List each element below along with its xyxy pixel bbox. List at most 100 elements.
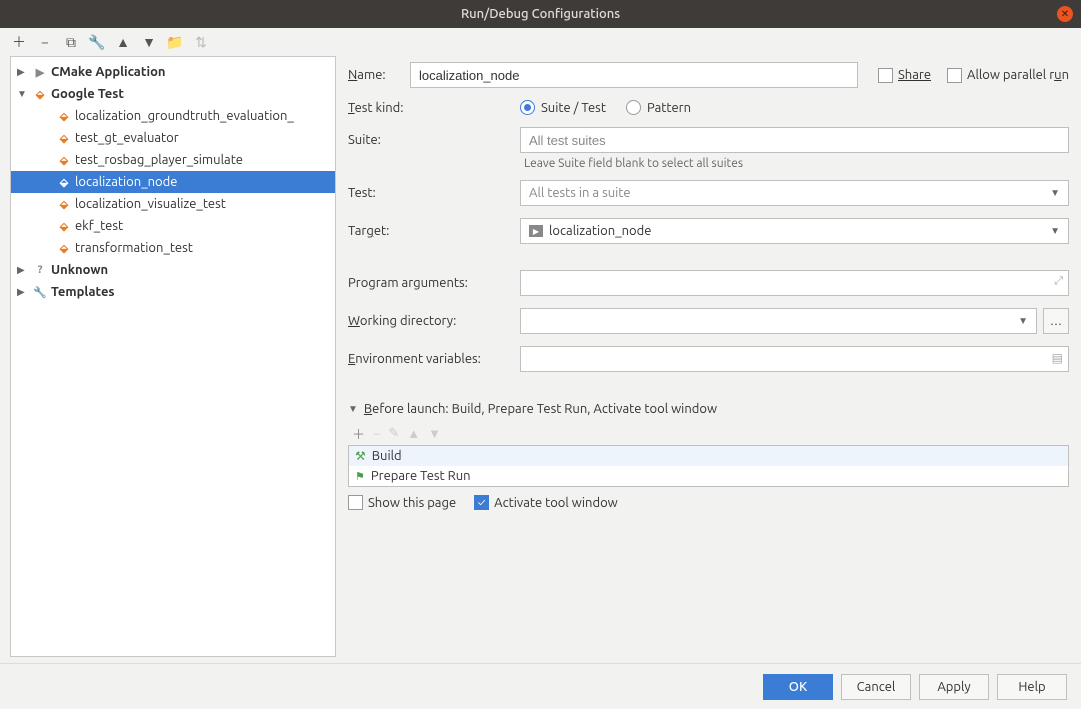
gtest-icon: ⬙	[55, 132, 73, 145]
footer: OK Cancel Apply Help	[0, 663, 1081, 709]
window-title: Run/Debug Configurations	[461, 7, 620, 21]
activate-tool-checkbox[interactable]: ✓ Activate tool window	[474, 495, 618, 510]
suite-input[interactable]	[520, 127, 1069, 153]
tree-group-unknown[interactable]: ▶ ? Unknown	[11, 259, 335, 281]
tree-item-label: test_rosbag_player_simulate	[73, 153, 243, 167]
config-tree: ▶ ▶ CMake Application ▼ ⬙ Google Test ⬙ …	[10, 56, 336, 657]
up-icon[interactable]: ▲	[114, 33, 132, 51]
chevron-down-icon: ▼	[348, 403, 358, 415]
tree-item[interactable]: ⬙ test_gt_evaluator	[11, 127, 335, 149]
gtest-icon: ⬙	[55, 154, 73, 167]
launch-list: ⚒ Build ⚑ Prepare Test Run	[348, 445, 1069, 487]
radio-pattern[interactable]: Pattern	[626, 100, 691, 115]
parallel-label: Allow parallel run	[967, 68, 1069, 82]
test-label: Test:	[348, 186, 520, 200]
ok-button[interactable]: OK	[763, 674, 833, 700]
cancel-button[interactable]: Cancel	[841, 674, 911, 700]
workdir-label: Working directory:	[348, 314, 520, 328]
share-checkbox[interactable]: Share	[878, 68, 931, 83]
add-icon[interactable]: ＋	[10, 33, 28, 51]
list-icon[interactable]: ▤	[1052, 351, 1063, 365]
tree-group-label: Google Test	[49, 87, 124, 101]
wrench-icon: 🔧	[31, 286, 49, 299]
apply-button[interactable]: Apply	[919, 674, 989, 700]
target-combo-text: localization_node	[549, 224, 651, 238]
envvars-input[interactable]	[520, 346, 1069, 372]
activate-tool-label: Activate tool window	[494, 496, 618, 510]
gtest-icon: ⬙	[55, 198, 73, 211]
name-input[interactable]	[410, 62, 858, 88]
test-combo-text: All tests in a suite	[529, 186, 631, 200]
chevron-right-icon: ▶	[17, 66, 31, 78]
testkind-label: Test kind:	[348, 101, 520, 115]
question-icon: ?	[31, 264, 49, 276]
edit-icon[interactable]: ✎	[388, 426, 399, 441]
tree-item[interactable]: ⬙ ekf_test	[11, 215, 335, 237]
parallel-checkbox[interactable]: Allow parallel run	[947, 68, 1069, 83]
launch-item[interactable]: ⚒ Build	[349, 446, 1068, 466]
workdir-combo[interactable]: ▼	[520, 308, 1037, 334]
tree-item-label: test_gt_evaluator	[73, 131, 179, 145]
tree-item-label: localization_node	[73, 175, 177, 189]
play-icon: ▶	[31, 66, 49, 79]
copy-icon[interactable]: ⧉	[62, 33, 80, 51]
before-launch-label: Before launch: Build, Prepare Test Run, …	[364, 402, 717, 416]
before-launch-header[interactable]: ▼ Before launch: Build, Prepare Test Run…	[348, 402, 1069, 416]
gtest-icon: ⬙	[55, 110, 73, 123]
expand-icon[interactable]: ⤢	[1054, 275, 1063, 288]
tree-item-selected[interactable]: ⬙ localization_node	[11, 171, 335, 193]
tree-item-label: localization_visualize_test	[73, 197, 226, 211]
suite-label: Suite:	[348, 133, 520, 147]
share-label: Share	[898, 68, 931, 82]
add-icon[interactable]: ＋	[352, 424, 365, 443]
sort-icon[interactable]: ⇅	[192, 33, 210, 51]
radio-suite-test[interactable]: Suite / Test	[520, 100, 606, 115]
down-icon[interactable]: ▼	[428, 426, 441, 441]
tree-group-cmake[interactable]: ▶ ▶ CMake Application	[11, 61, 335, 83]
show-page-checkbox[interactable]: Show this page	[348, 495, 456, 510]
chevron-down-icon: ▼	[1050, 187, 1060, 199]
suite-hint: Leave Suite field blank to select all su…	[520, 157, 1069, 170]
folder-icon[interactable]: 📁	[166, 33, 184, 51]
form-panel: Name: Share Allow parallel run Test kind…	[342, 56, 1081, 663]
sidebar-toolbar: ＋ − ⧉ 🔧 ▲ ▼ 📁 ⇅	[0, 28, 1081, 56]
chevron-right-icon: ▶	[17, 286, 31, 298]
tree-group-label: Unknown	[49, 263, 108, 277]
tree-group-templates[interactable]: ▶ 🔧 Templates	[11, 281, 335, 303]
gtest-icon: ⬙	[55, 176, 73, 189]
tree-group-label: Templates	[49, 285, 115, 299]
launch-item-label: Prepare Test Run	[371, 469, 471, 483]
tree-item-label: localization_groundtruth_evaluation_	[73, 109, 294, 123]
name-label: Name:	[348, 68, 410, 82]
tree-item[interactable]: ⬙ localization_visualize_test	[11, 193, 335, 215]
target-label: Target:	[348, 224, 520, 238]
browse-button[interactable]: …	[1043, 308, 1069, 334]
up-icon[interactable]: ▲	[407, 426, 420, 441]
tree-item[interactable]: ⬙ transformation_test	[11, 237, 335, 259]
titlebar: Run/Debug Configurations ✕	[0, 0, 1081, 28]
target-icon: ▶	[529, 225, 543, 237]
tree-item-label: transformation_test	[73, 241, 193, 255]
tree-group-googletest[interactable]: ▼ ⬙ Google Test	[11, 83, 335, 105]
help-button[interactable]: Help	[997, 674, 1067, 700]
gtest-icon: ⬙	[55, 220, 73, 233]
down-icon[interactable]: ▼	[140, 33, 158, 51]
remove-icon[interactable]: −	[36, 33, 54, 51]
launch-item[interactable]: ⚑ Prepare Test Run	[349, 466, 1068, 486]
close-icon[interactable]: ✕	[1057, 6, 1073, 22]
remove-icon[interactable]: −	[373, 427, 380, 441]
envvars-label: Environment variables:	[348, 352, 520, 366]
wrench-icon[interactable]: 🔧	[88, 33, 106, 51]
launch-item-label: Build	[372, 449, 402, 463]
progargs-label: Program arguments:	[348, 276, 520, 290]
launch-toolbar: ＋ − ✎ ▲ ▼	[348, 422, 1069, 445]
tree-item[interactable]: ⬙ localization_groundtruth_evaluation_	[11, 105, 335, 127]
tree-item-label: ekf_test	[73, 219, 123, 233]
hammer-icon: ⚒	[355, 449, 366, 463]
gtest-icon: ⬙	[55, 242, 73, 255]
radio-suite-label: Suite / Test	[541, 101, 606, 115]
tree-item[interactable]: ⬙ test_rosbag_player_simulate	[11, 149, 335, 171]
target-combo[interactable]: ▶ localization_node ▼	[520, 218, 1069, 244]
progargs-input[interactable]	[520, 270, 1069, 296]
test-combo[interactable]: All tests in a suite ▼	[520, 180, 1069, 206]
